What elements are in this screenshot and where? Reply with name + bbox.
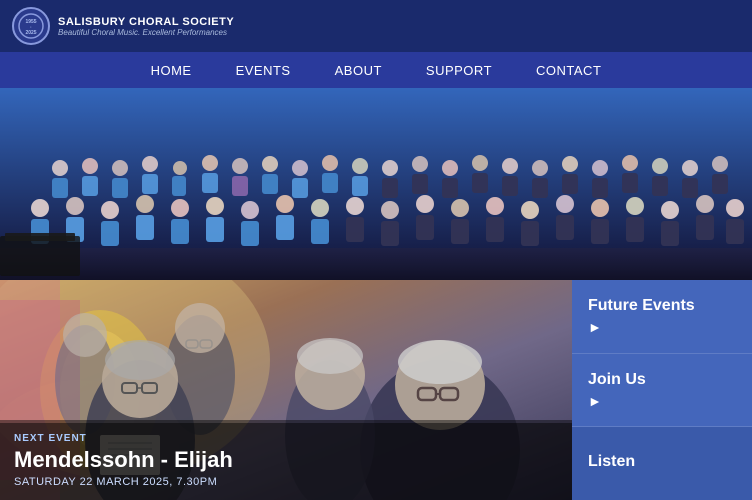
main-nav: HOME EVENTS ABOUT SUPPORT CONTACT xyxy=(0,52,752,88)
logo-text-area: SALISBURY CHORAL SOCIETY Beautiful Chora… xyxy=(58,16,234,37)
nav-item-events[interactable]: EVENTS xyxy=(214,55,313,86)
nav-item-about[interactable]: ABOUT xyxy=(313,55,404,86)
next-event-label: NEXT EVENT xyxy=(14,433,558,444)
sidebar-item-future-events-label: Future Events xyxy=(588,297,736,315)
choir-svg xyxy=(0,88,752,280)
choir-figures xyxy=(0,88,752,280)
logo-area: 1955 · 2025 SALISBURY CHORAL SOCIETY Bea… xyxy=(12,7,740,45)
org-name: SALISBURY CHORAL SOCIETY xyxy=(58,16,234,28)
sidebar: Future Events ► Join Us ► Listen xyxy=(572,280,752,500)
logo-circle: 1955 · 2025 xyxy=(12,7,50,45)
org-tagline: Beautiful Choral Music. Excellent Perfor… xyxy=(58,28,234,37)
sidebar-item-listen-label: Listen xyxy=(588,453,736,471)
svg-text:2025: 2025 xyxy=(25,30,36,36)
join-us-arrow-icon: ► xyxy=(588,393,736,409)
nav-item-support[interactable]: SUPPORT xyxy=(404,55,514,86)
main-content: NEXT EVENT Mendelssohn - Elijah SATURDAY… xyxy=(0,280,752,500)
event-overlay: NEXT EVENT Mendelssohn - Elijah SATURDAY… xyxy=(0,423,572,500)
nav-item-home[interactable]: HOME xyxy=(129,55,214,86)
hero-choir xyxy=(0,88,752,280)
event-title: Mendelssohn - Elijah xyxy=(14,447,558,473)
sidebar-item-join-us-label: Join Us xyxy=(588,371,736,389)
future-events-arrow-icon: ► xyxy=(588,319,736,335)
event-date: SATURDAY 22 MARCH 2025, 7.30pm xyxy=(14,476,558,488)
sidebar-item-join-us[interactable]: Join Us ► xyxy=(572,354,752,428)
site-header: 1955 · 2025 SALISBURY CHORAL SOCIETY Bea… xyxy=(0,0,752,52)
nav-item-contact[interactable]: CONTACT xyxy=(514,55,623,86)
logo-icon: 1955 · 2025 xyxy=(17,12,45,40)
sidebar-item-listen[interactable]: Listen xyxy=(572,427,752,500)
event-image: NEXT EVENT Mendelssohn - Elijah SATURDAY… xyxy=(0,280,572,500)
hero-image xyxy=(0,88,752,280)
sidebar-item-future-events[interactable]: Future Events ► xyxy=(572,280,752,354)
